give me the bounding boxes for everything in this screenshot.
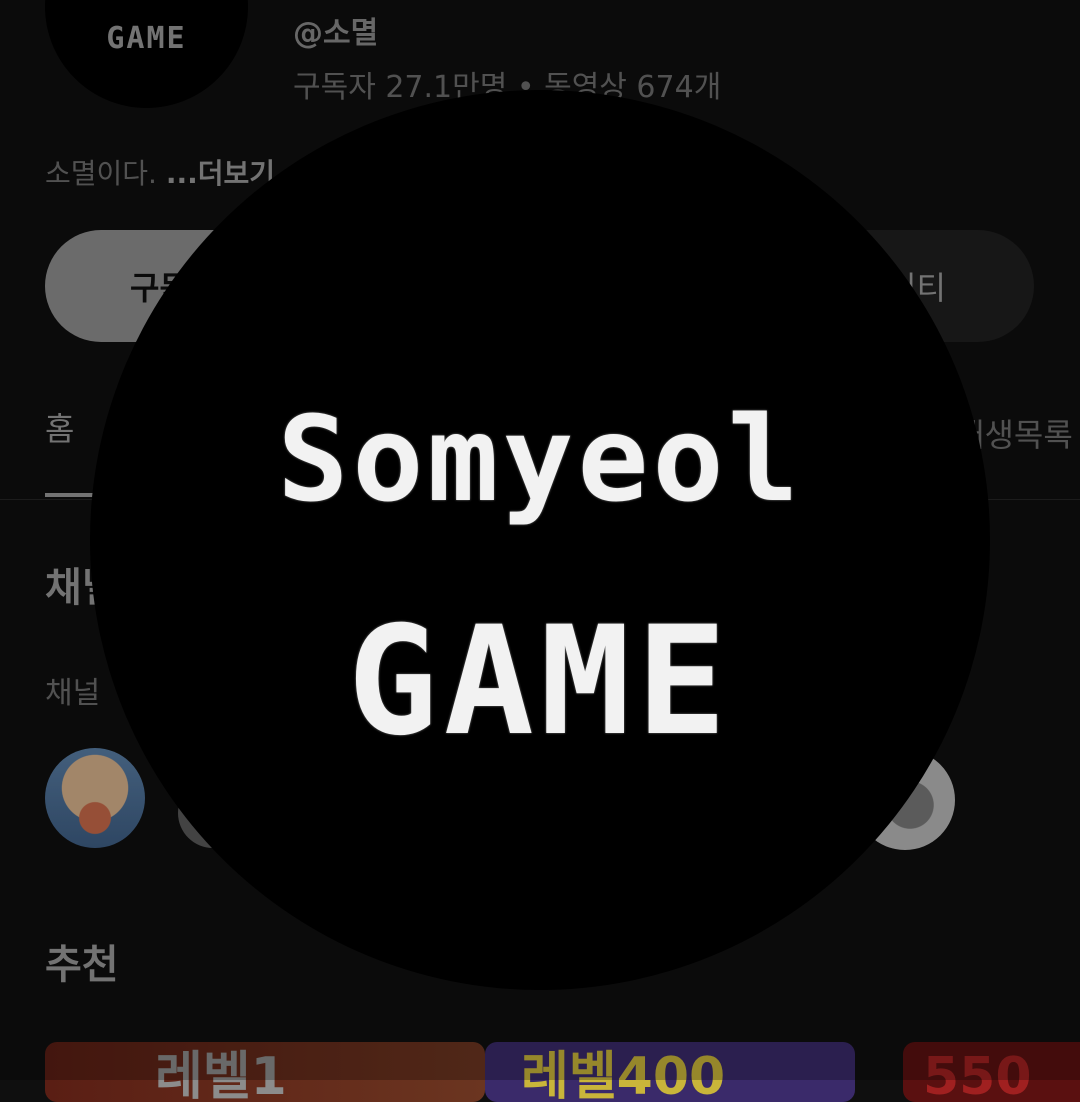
profile-image-preview: Somyeol GAME	[90, 90, 990, 990]
preview-logo-line1: Somyeol	[277, 390, 803, 528]
preview-logo-line2: GAME	[347, 595, 733, 769]
